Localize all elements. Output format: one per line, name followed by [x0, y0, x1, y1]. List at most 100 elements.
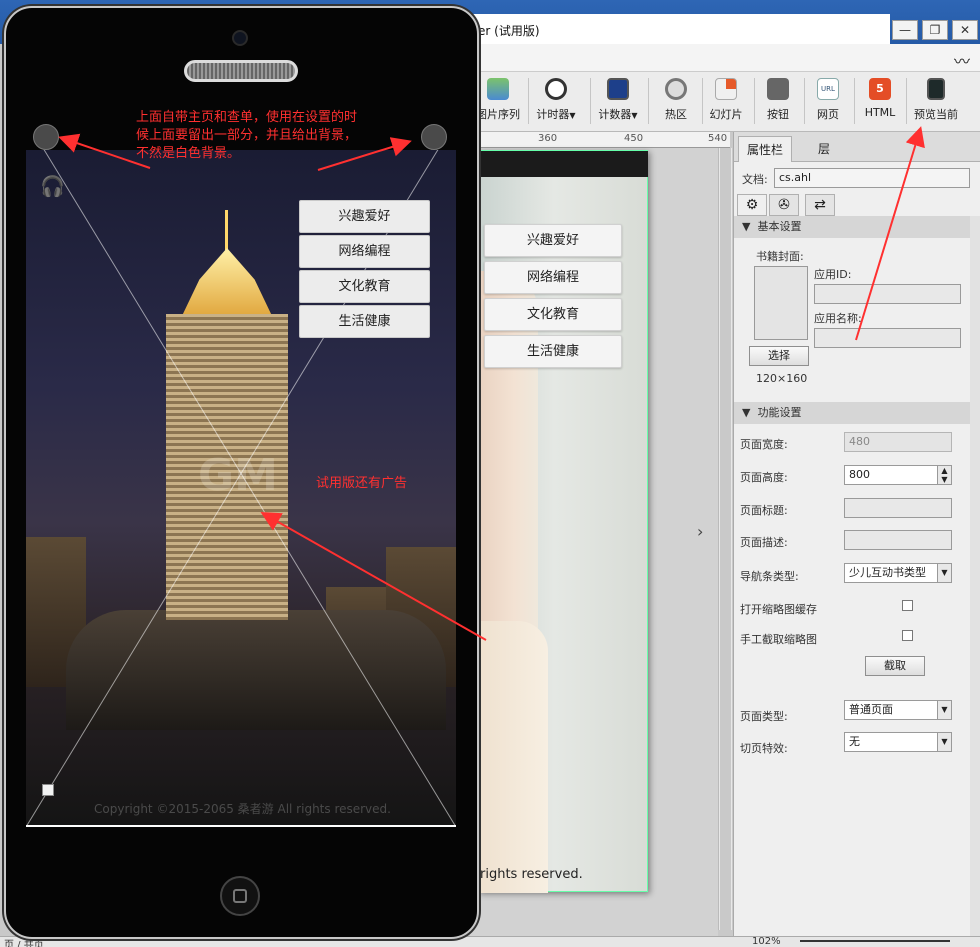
tool-label: 计数器▼	[598, 108, 638, 121]
chevron-down-icon[interactable]: ▼	[937, 564, 951, 582]
close-button[interactable]: ✕	[952, 20, 978, 40]
resize-handle[interactable]	[42, 784, 54, 796]
speaker-grille	[184, 60, 298, 82]
tool-image-sequence[interactable]: 图片序列	[472, 78, 524, 128]
tool-preview-current[interactable]: 预览当前	[910, 78, 962, 128]
page-menu-item[interactable]: 兴趣爱好	[484, 224, 622, 257]
page-width-label: 页面宽度:	[740, 438, 788, 451]
app-id-field[interactable]	[814, 284, 961, 304]
page-effect-label: 切页特效:	[740, 742, 788, 755]
swap-icon[interactable]: ⇄	[805, 194, 835, 216]
app-root: er (试用版) — ❐ ✕ 〰 图片序列 计时器▼ 计数器▼ 热区 幻灯片 按…	[0, 0, 980, 947]
toolbar-separator	[528, 78, 529, 124]
page-menu-item[interactable]: 网络编程	[484, 261, 622, 294]
page-preview[interactable]: 兴趣爱好 网络编程 文化教育 生活健康 rights reserved.	[478, 150, 648, 893]
app-name-label: 应用名称:	[814, 312, 862, 325]
wheel-icon[interactable]: ✇	[769, 194, 799, 216]
ruler-tick: 540	[708, 133, 728, 144]
zoom-level: 102%	[752, 936, 781, 947]
cover-placeholder[interactable]	[754, 266, 808, 340]
maximize-button[interactable]: ❐	[922, 20, 948, 40]
tool-hotspot[interactable]: 热区	[650, 78, 702, 128]
camera-icon	[232, 30, 248, 46]
page-effect-select[interactable]: 无 ▼	[844, 732, 952, 752]
panel-scrollbar[interactable]	[970, 216, 980, 938]
nav-type-label: 导航条类型:	[740, 570, 799, 583]
home-nav-button[interactable]	[33, 124, 59, 150]
page-width-field: 480	[844, 432, 952, 452]
chevron-down-icon[interactable]: ▼	[937, 701, 951, 719]
tool-timer[interactable]: 计时器▼	[530, 78, 582, 128]
tab-properties[interactable]: 属性栏	[738, 136, 792, 162]
counter-icon	[607, 78, 629, 100]
page-type-select[interactable]: 普通页面 ▼	[844, 700, 952, 720]
activity-icon[interactable]: 〰	[954, 48, 970, 72]
chevron-down-icon[interactable]: ▼	[937, 733, 951, 751]
window-title: er (试用版)	[478, 24, 540, 38]
ruler-tick: 450	[624, 133, 644, 144]
tool-label: HTML	[864, 106, 896, 119]
chevron-right-icon[interactable]: ›	[697, 522, 703, 541]
tool-counter[interactable]: 计数器▼	[592, 78, 644, 128]
menu-nav-button[interactable]	[421, 124, 447, 150]
doc-field[interactable]: cs.ahl	[774, 168, 970, 188]
tool-label: 热区	[665, 108, 687, 121]
manual-thumb-label: 手工截取缩略图	[740, 633, 817, 646]
select-cover-button[interactable]: 选择	[749, 346, 809, 366]
tool-webpage[interactable]: URL 网页	[802, 78, 854, 128]
nav-type-value: 少儿互动书类型	[849, 566, 926, 579]
tool-slideshow[interactable]: 幻灯片	[700, 78, 752, 128]
page-height-label: 页面高度:	[740, 471, 788, 484]
scroll-thumb[interactable]	[720, 148, 731, 930]
annotation-line: 候上面要留出一部分，并且给出背景，	[136, 128, 358, 143]
minimize-button[interactable]: —	[892, 20, 918, 40]
page-height-stepper[interactable]: 800 ▲ ▼	[844, 465, 952, 485]
tab-layers[interactable]: 层	[804, 136, 844, 162]
page-copyright: rights reserved.	[480, 867, 583, 882]
thumb-cache-checkbox[interactable]	[902, 600, 913, 611]
gear-icon[interactable]: ⚙	[737, 194, 767, 216]
tool-html[interactable]: 5 HTML	[854, 78, 906, 128]
horizontal-ruler: 360 450 540	[470, 132, 730, 148]
ruler-tick: 360	[538, 133, 558, 144]
phone-menu-item[interactable]: 生活健康	[299, 305, 430, 338]
hotspot-icon	[665, 78, 687, 100]
property-panel: 属性栏 层 文档: cs.ahl ⚙ ✇ ⇄ ▼ 基本设置 书籍封面: 应用ID…	[733, 132, 980, 938]
app-name-field[interactable]	[814, 328, 961, 348]
stepper-arrows-icon[interactable]: ▲ ▼	[937, 466, 951, 484]
tool-button[interactable]: 按钮	[752, 78, 804, 128]
app-id-label: 应用ID:	[814, 268, 852, 281]
nav-type-select[interactable]: 少儿互动书类型 ▼	[844, 563, 952, 583]
page-menu-item[interactable]: 文化教育	[484, 298, 622, 331]
zoom-slider[interactable]	[800, 940, 950, 942]
toolbar-separator	[590, 78, 591, 124]
manual-thumb-checkbox[interactable]	[902, 630, 913, 641]
phone-menu-item[interactable]: 兴趣爱好	[299, 200, 430, 233]
page-type-value: 普通页面	[849, 703, 893, 716]
page-title-field[interactable]	[844, 498, 952, 518]
home-button[interactable]	[220, 876, 260, 916]
headphone-icon[interactable]: 🎧	[40, 174, 65, 198]
doc-label: 文档:	[742, 173, 768, 186]
menu-bar: 〰	[470, 44, 980, 72]
timer-icon	[545, 78, 567, 100]
annotation-line: 上面自带主页和查单，使用在设置的时	[136, 110, 358, 125]
phone-menu-item[interactable]: 文化教育	[299, 270, 430, 303]
page-desc-field[interactable]	[844, 530, 952, 550]
tool-label: 计时器▼	[536, 108, 576, 121]
page-title-label: 页面标题:	[740, 504, 788, 517]
section-basic[interactable]: ▼ 基本设置	[734, 216, 971, 238]
preview-icon	[927, 78, 945, 100]
home-button-square	[233, 889, 247, 903]
button-icon	[767, 78, 789, 100]
page-menu-item[interactable]: 生活健康	[484, 335, 622, 368]
page-height-value: 800	[849, 468, 870, 481]
panel-tabs: 属性栏 层	[734, 132, 980, 162]
slideshow-icon	[715, 78, 737, 100]
canvas-scrollbar[interactable]	[718, 148, 732, 930]
capture-button[interactable]: 截取	[865, 656, 925, 676]
phone-menu-item[interactable]: 网络编程	[299, 235, 430, 268]
page-desc-label: 页面描述:	[740, 536, 788, 549]
section-function[interactable]: ▼ 功能设置	[734, 402, 971, 424]
toolbar-separator	[648, 78, 649, 124]
